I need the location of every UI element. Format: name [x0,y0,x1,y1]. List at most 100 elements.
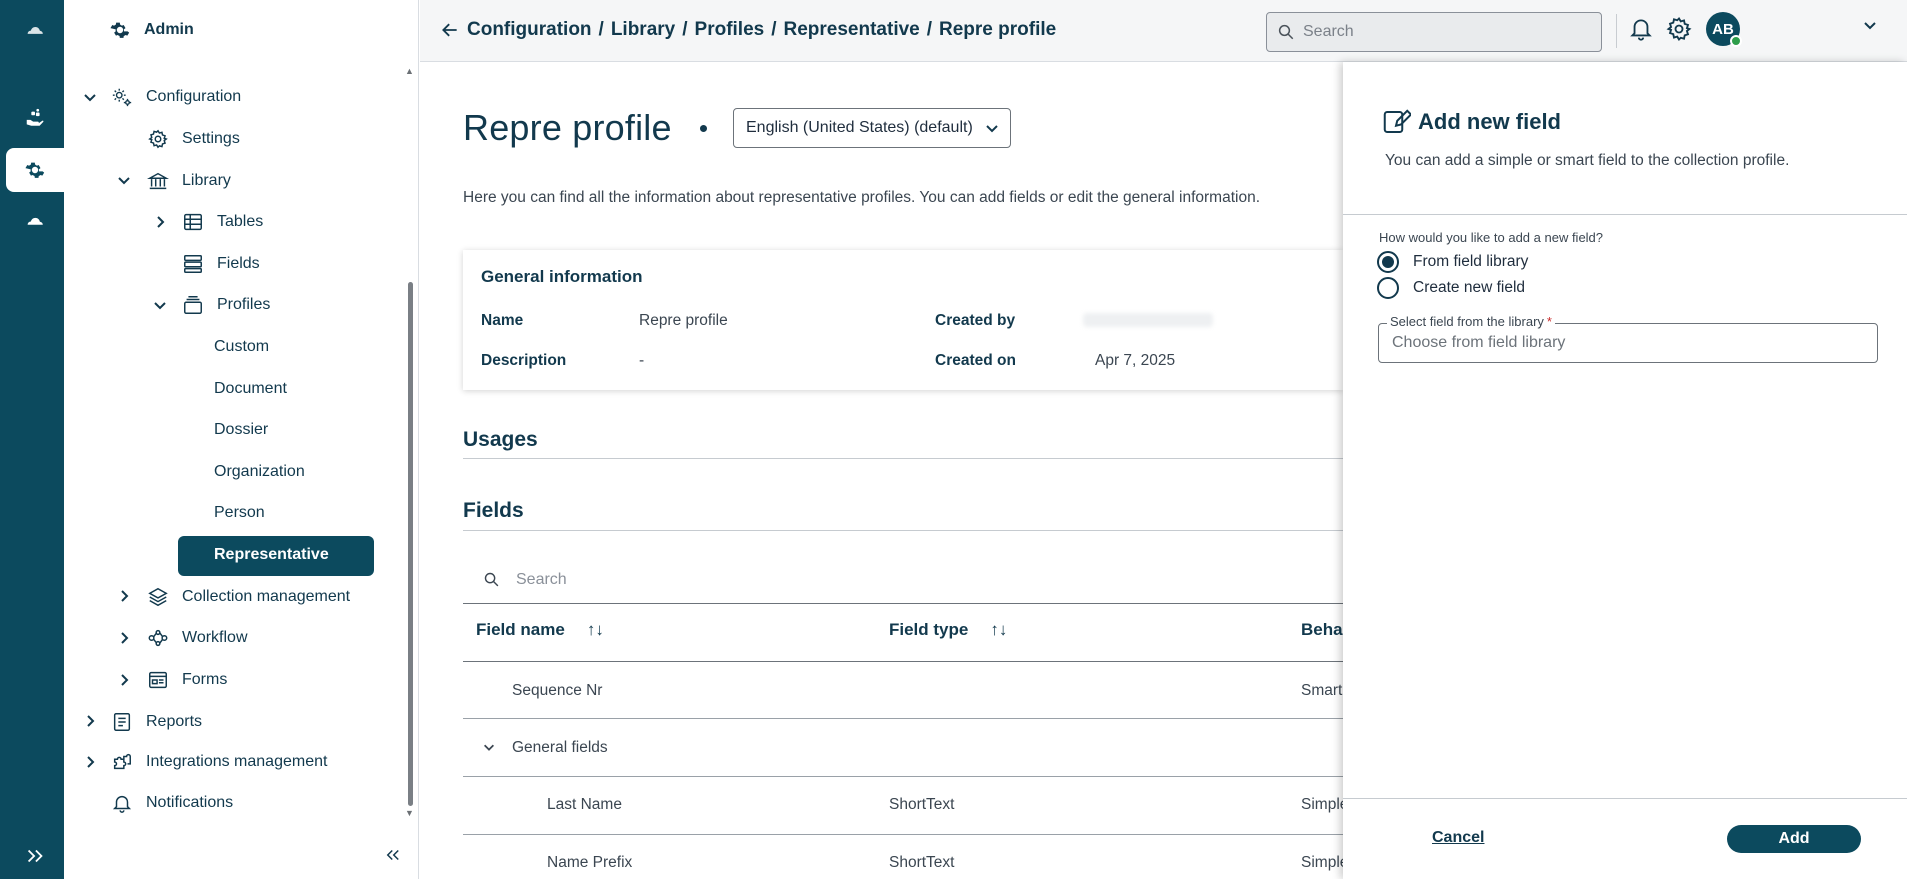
search-icon [484,572,499,587]
chevron-down-icon [984,120,1000,141]
description-value: - [639,352,645,369]
chevron-right-icon[interactable] [116,630,132,646]
table-row-name[interactable]: Name Prefix [547,854,632,872]
chevron-right-icon[interactable] [82,754,98,770]
settings-gear-icon[interactable] [1665,15,1693,48]
divider [1616,14,1617,48]
sidebar-item-person[interactable]: Person [214,496,265,530]
table-row-name[interactable]: Sequence Nr [512,682,602,700]
bell-icon [110,791,134,815]
page-title: Repre profile [463,107,672,148]
table-row-behavior: Simple [1301,854,1349,871]
sidebar-item-document[interactable]: Document [214,372,287,406]
cloud-icon[interactable] [6,200,64,244]
workflow-icon [146,626,170,650]
table-row-behavior: Simple [1301,796,1349,813]
sort-icon[interactable]: ↑↓ [990,620,1007,640]
sidebar-item-configuration[interactable]: Configuration [110,80,241,114]
chevron-down-icon[interactable] [1862,17,1878,38]
settings-gear-icon [146,127,170,151]
radio-create-new-field[interactable]: Create new field [1377,277,1525,299]
search-icon [1278,24,1294,40]
form-icon [146,668,170,692]
name-value: Repre profile [639,312,728,329]
chevron-down-icon[interactable] [116,172,132,188]
admin-gear-icon[interactable] [6,148,64,192]
sidebar-item-workflow[interactable]: Workflow [146,621,248,655]
radio-button-selected[interactable] [1377,251,1399,273]
column-header-behavior[interactable]: Beha [1301,620,1343,640]
created-by-value-redacted [1083,313,1213,327]
breadcrumb-item[interactable]: Configuration [467,19,592,40]
sidebar-item-notifications[interactable]: Notifications [110,786,233,820]
chevron-right-icon[interactable] [152,214,168,230]
table-icon [181,210,205,234]
general-information-card: General information Name Repre profile D… [463,250,1343,390]
collapse-nav-icon[interactable] [384,846,402,869]
sidebar-item-library[interactable]: Library [146,164,231,198]
sort-icon[interactable]: ↑↓ [587,620,604,640]
table-row-name[interactable]: Last Name [547,796,622,814]
table-header-rule [463,661,1343,662]
library-building-icon [146,169,170,193]
breadcrumb-item[interactable]: Representative [784,19,920,40]
nav-scrollbar-thumb[interactable] [408,282,413,806]
sidebar-item-fields[interactable]: Fields [181,247,260,281]
breadcrumb-current: Repre profile [939,19,1057,40]
created-by-label: Created by [935,312,1016,329]
divider [1343,214,1907,215]
sidebar-item-reports[interactable]: Reports [110,705,202,739]
radio-button[interactable] [1377,277,1399,299]
language-select[interactable]: English (United States) (default) [733,108,1011,148]
profiles-tray-icon [181,293,205,317]
row-divider [463,834,1343,835]
chevron-down-icon[interactable] [82,89,98,105]
nav-header: Admin [108,13,194,47]
created-on-value: Apr 7, 2025 [1095,352,1176,369]
chevron-right-icon[interactable] [116,588,132,604]
breadcrumb-item[interactable]: Profiles [695,19,765,40]
title-separator-dot [700,125,707,132]
sidebar-item-custom[interactable]: Custom [214,330,269,364]
breadcrumb-item[interactable]: Library [611,19,675,40]
bell-icon[interactable] [1628,15,1654,48]
created-on-label: Created on [935,352,1016,369]
scroll-up-arrow[interactable]: ▲ [405,66,414,76]
chevron-down-icon[interactable] [482,740,496,759]
sidebar-item-representative[interactable]: Representative [214,538,329,572]
hand-objects-icon[interactable] [6,96,64,140]
fields-heading: Fields [463,499,524,522]
column-header-field-name[interactable]: Field name ↑↓ [476,620,604,640]
row-divider [463,718,1343,719]
column-header-field-type[interactable]: Field type ↑↓ [889,620,1007,640]
chevron-right-icon[interactable] [82,713,98,729]
add-button[interactable]: Add [1727,825,1861,853]
cancel-button[interactable]: Cancel [1432,829,1484,847]
nav-header-label: Admin [144,21,194,38]
sidebar-item-profiles[interactable]: Profiles [181,288,270,322]
chevron-right-icon[interactable] [116,672,132,688]
back-arrow-icon[interactable] [440,20,460,40]
usages-heading: Usages [463,428,538,451]
sidebar-item-organization[interactable]: Organization [214,455,305,489]
radio-from-field-library[interactable]: From field library [1377,251,1528,273]
sidebar-item-tables[interactable]: Tables [181,205,263,239]
sidebar-item-forms[interactable]: Forms [146,663,227,697]
expand-rail-icon[interactable] [6,834,64,878]
scroll-down-arrow[interactable]: ▼ [405,808,414,818]
drawer-subtitle: You can add a simple or smart field to t… [1385,152,1790,169]
table-row-type: ShortText [889,796,955,813]
global-search-input[interactable]: Search [1266,12,1602,52]
chevron-down-icon[interactable] [152,297,168,313]
fields-search-input[interactable]: Search [463,556,1343,604]
puzzle-icon [110,750,134,774]
divider [463,530,1343,531]
field-library-select[interactable]: Select field from the library * Choose fr… [1378,314,1878,363]
sidebar-item-dossier[interactable]: Dossier [214,413,268,447]
table-group-general-fields[interactable]: General fields [512,739,608,757]
sidebar-item-settings[interactable]: Settings [146,122,240,156]
sidebar-item-collection-management[interactable]: Collection management [146,580,350,614]
cloud-logo-icon[interactable] [6,10,64,54]
sidebar-item-integrations-management[interactable]: Integrations management [110,745,327,779]
edit-note-icon [1381,107,1413,142]
